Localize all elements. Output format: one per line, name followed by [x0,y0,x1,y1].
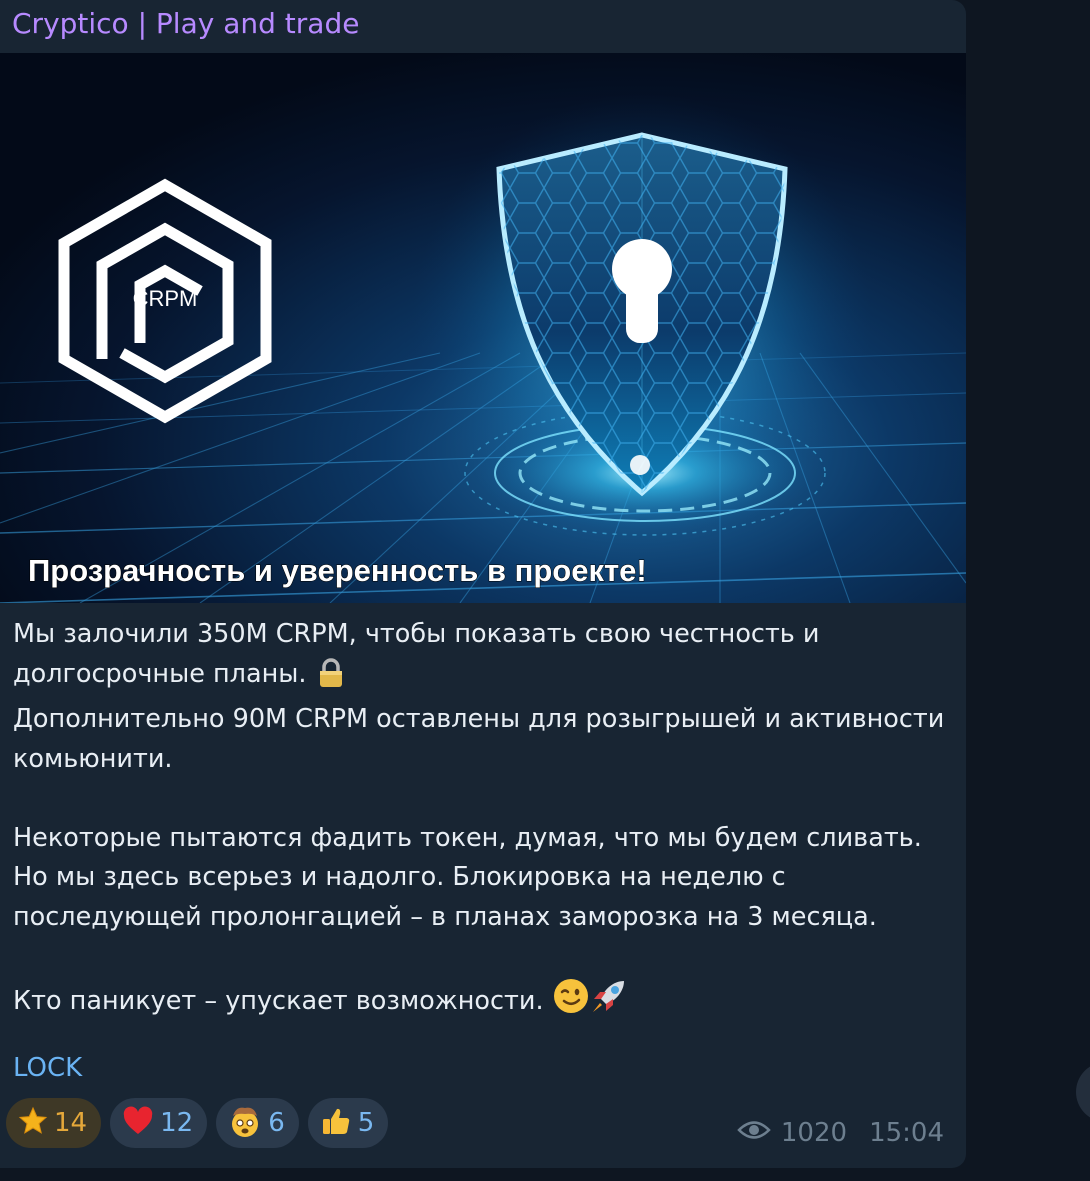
message-line-1: Мы залочили 350M CRPM, чтобы показать св… [13,619,820,689]
message-time: 15:04 [869,1118,944,1148]
reaction-star[interactable]: 14 [6,1098,102,1148]
lock-emoji [315,657,347,701]
thumbs-up-icon [320,1105,352,1141]
eye-icon [737,1118,771,1148]
rocket-emoji [590,977,628,1028]
channel-name[interactable]: Cryptico | Play and trade [12,4,359,44]
reaction-thumbs-up[interactable]: 5 [307,1098,389,1148]
hashtag-link[interactable]: LOCK [13,1049,82,1087]
image-caption: Прозрачность и уверенность в проекте! [28,553,647,588]
reaction-count: 14 [54,1108,88,1138]
star-icon [18,1106,48,1140]
view-count: 1020 [780,1118,848,1148]
mind-blown-icon [228,1104,262,1142]
reaction-heart[interactable]: 12 [110,1098,208,1148]
reaction-count: 6 [268,1108,285,1138]
message-paragraph-2: Некоторые пытаются фадить токен, думая, … [13,822,922,932]
message-line-2: Дополнительно 90M CRPM оставлены для роз… [13,704,945,774]
message-paragraph-3: Кто паникует – упускает возможности. [13,985,544,1016]
message-text: Мы залочили 350M CRPM, чтобы показать св… [13,615,958,1027]
reaction-count: 12 [160,1108,194,1138]
message-bubble: Cryptico | Play and trade CRPM Прозрачно… [0,0,966,1168]
post-image[interactable]: CRPM Прозрачность и уверенность в проект… [0,53,966,603]
wink-emoji [552,977,590,1028]
message-meta: 1020 15:04 [737,1118,944,1148]
reactions-bar: 14 12 6 5 [6,1098,389,1148]
logo-text: CRPM [133,286,198,311]
chat-background [966,0,1090,1181]
heart-icon [122,1106,154,1140]
reaction-mind-blown[interactable]: 6 [216,1098,299,1148]
reaction-count: 5 [357,1108,375,1138]
